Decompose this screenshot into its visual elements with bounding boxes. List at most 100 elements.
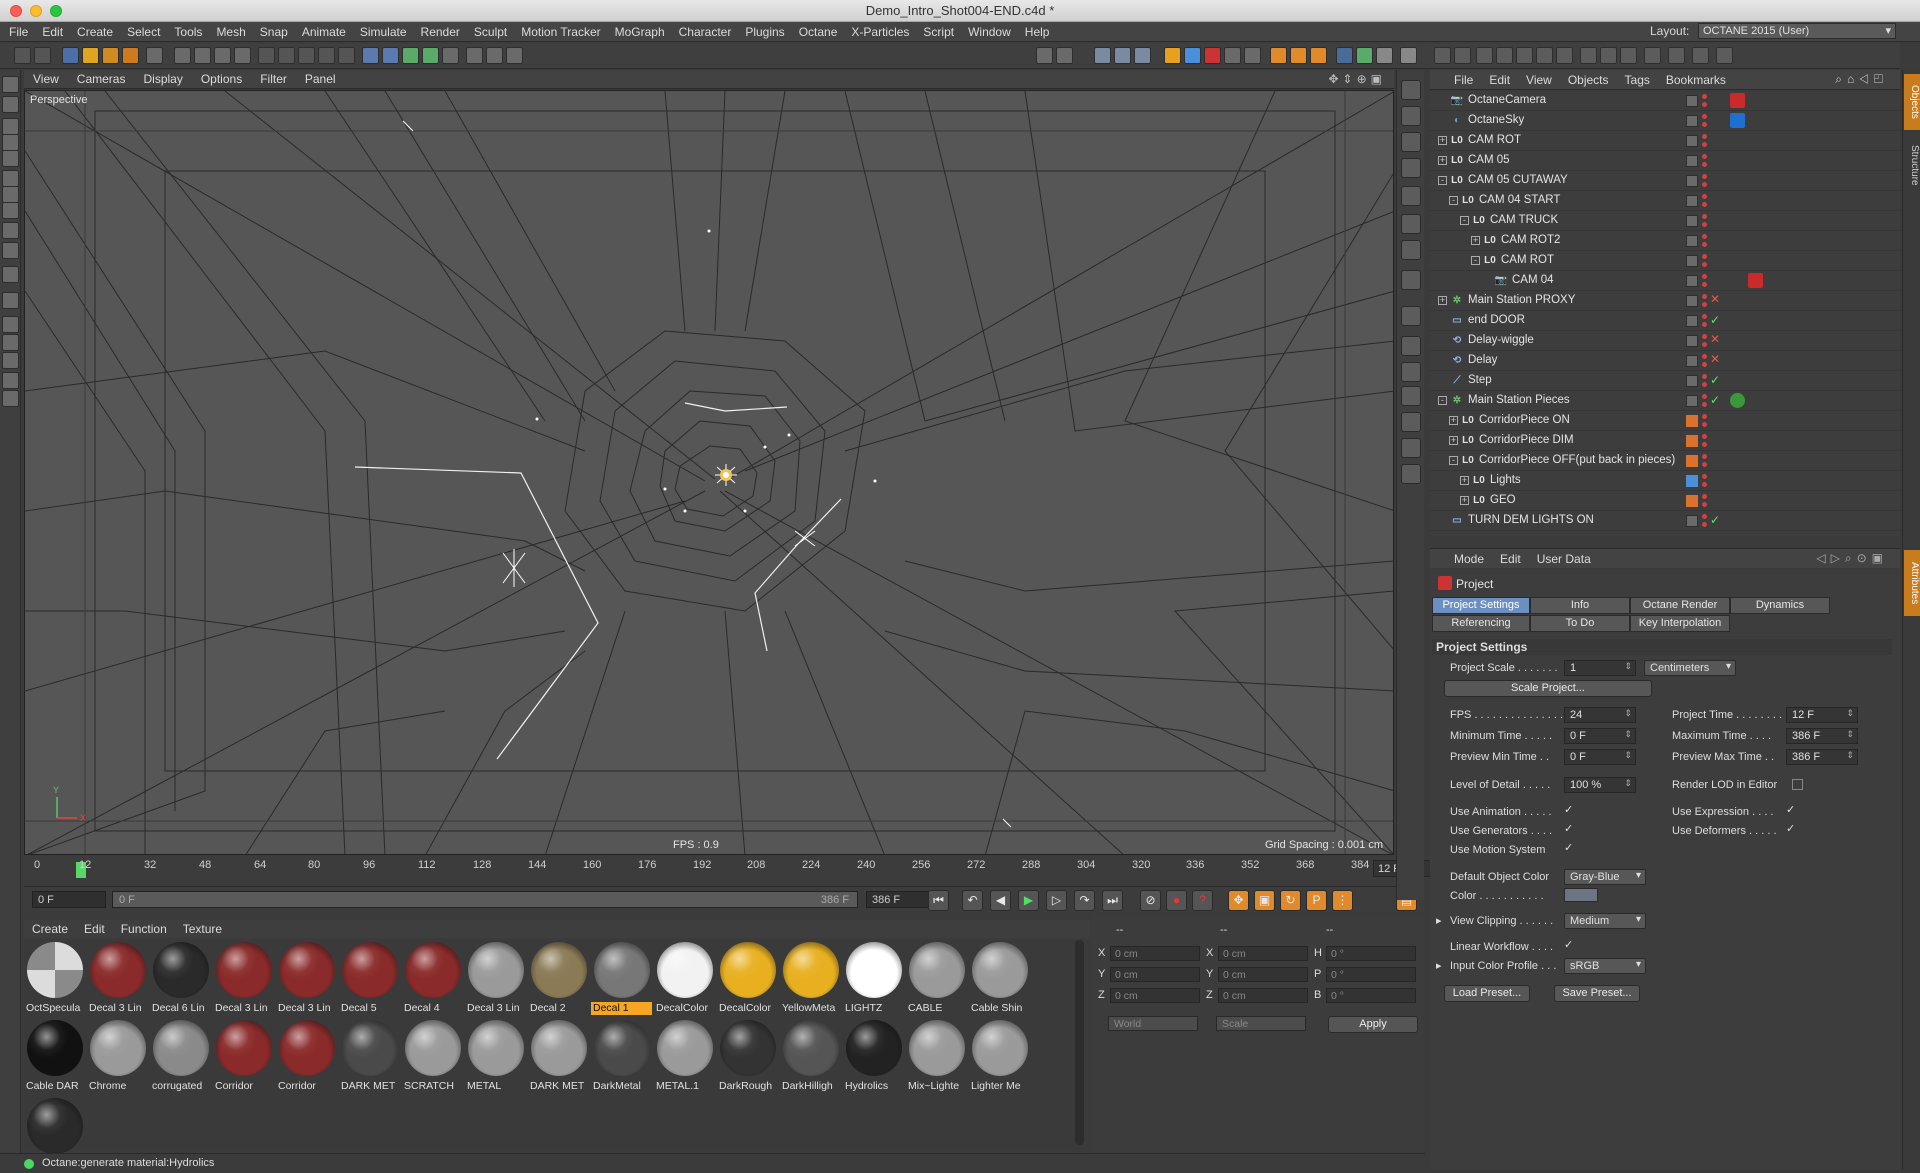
use-animation-checkbox[interactable]: ✓ xyxy=(1564,805,1575,816)
toolbar-tool-icon[interactable] xyxy=(62,47,79,64)
material-swatch[interactable]: Mix~Lighte xyxy=(906,1018,967,1094)
layout-tool-icon[interactable] xyxy=(1644,47,1661,64)
timeline-ruler[interactable]: 0 12 32 48 64 80 96 112 128 144 160 176 192 208 224 240… xyxy=(34,859,1369,879)
material-swatch[interactable]: DarkHilligh xyxy=(780,1018,841,1094)
palette-object-icon[interactable] xyxy=(1401,132,1421,152)
save-preset-button[interactable]: Save Preset... xyxy=(1554,985,1640,1002)
layer-color-swatch[interactable] xyxy=(1686,415,1698,427)
toolbar-tool-icon[interactable] xyxy=(1056,47,1073,64)
level-of-detail-field[interactable]: 100 % xyxy=(1564,777,1636,793)
material-swatch[interactable]: Corridor xyxy=(213,1018,274,1094)
left-tool-icon[interactable] xyxy=(2,186,19,203)
left-tool-icon[interactable] xyxy=(2,118,19,135)
left-tool-icon[interactable] xyxy=(2,76,19,93)
material-swatch[interactable]: DARK MET xyxy=(528,1018,589,1094)
left-tool-icon[interactable] xyxy=(2,242,19,259)
toolbar-tool-icon[interactable] xyxy=(1310,47,1327,64)
maximum-time-field[interactable]: 386 F xyxy=(1786,728,1858,744)
palette-object-icon[interactable] xyxy=(1401,80,1421,100)
material-swatch[interactable]: Decal 3 Lin xyxy=(87,940,148,1016)
toolbar-tool-icon[interactable] xyxy=(1336,47,1353,64)
layer-toggle-icon[interactable] xyxy=(1686,375,1698,387)
tab-octane-render[interactable]: Octane Render xyxy=(1630,597,1730,614)
left-tool-icon[interactable] xyxy=(2,266,19,283)
attribute-nav-icons[interactable]: ◁▷⌕⊙▣ xyxy=(1816,551,1888,566)
object-row[interactable]: - L0 CAM 05 CUTAWAY xyxy=(1430,171,1900,191)
object-row[interactable]: + L0 GEO xyxy=(1430,491,1900,511)
viewport-menu-panel[interactable]: Panel xyxy=(296,72,345,86)
side-tab-structure[interactable]: Structure xyxy=(1904,132,1920,198)
toolbar-tool-icon[interactable] xyxy=(1184,47,1201,64)
toolbar-tool-icon[interactable] xyxy=(146,47,163,64)
enabled-check-icon[interactable]: ✓ xyxy=(1710,393,1720,407)
toolbar-tool-icon[interactable] xyxy=(194,47,211,64)
object-row[interactable]: + L0 CorridorPiece DIM xyxy=(1430,431,1900,451)
tree-expander-icon[interactable]: - xyxy=(1438,396,1447,405)
viewport-menu-filter[interactable]: Filter xyxy=(251,72,296,86)
layout-tool-icon[interactable] xyxy=(1556,47,1573,64)
load-preset-button[interactable]: Load Preset... xyxy=(1444,985,1530,1002)
toolbar-tool-icon[interactable] xyxy=(298,47,315,64)
material-swatch[interactable]: Chrome xyxy=(87,1018,148,1094)
layer-color-swatch[interactable] xyxy=(1686,455,1698,467)
viewport-nav-icons[interactable]: ✥⇕⊕▣ xyxy=(1328,72,1386,86)
autokey-icon[interactable]: ● xyxy=(1166,890,1187,911)
timeline-start-field[interactable]: 0 F xyxy=(32,891,106,908)
layout-tool-icon[interactable] xyxy=(1716,47,1733,64)
toolbar-tool-icon[interactable] xyxy=(1134,47,1151,64)
material-swatch[interactable]: Decal 2 xyxy=(528,940,589,1016)
layer-toggle-icon[interactable] xyxy=(1686,315,1698,327)
material-swatch[interactable]: DecalColor xyxy=(654,940,715,1016)
material-swatch[interactable]: CABLE xyxy=(906,940,967,1016)
object-row[interactable]: + L0 CAM ROT xyxy=(1430,131,1900,151)
project-scale-field[interactable]: 1 xyxy=(1564,660,1636,676)
layer-color-swatch[interactable] xyxy=(1686,475,1698,487)
play-forward-icon[interactable]: ▶ xyxy=(1018,890,1039,911)
object-row[interactable]: 📷 OctaneCamera xyxy=(1430,91,1900,111)
object-menu-edit[interactable]: Edit xyxy=(1481,73,1518,87)
side-tab-objects[interactable]: Objects xyxy=(1904,74,1920,130)
enabled-check-icon[interactable]: ✓ xyxy=(1710,373,1720,387)
project-scale-unit-dropdown[interactable]: Centimeters xyxy=(1644,660,1736,676)
toolbar-tool-icon[interactable] xyxy=(506,47,523,64)
layer-color-swatch[interactable] xyxy=(1686,435,1698,447)
tree-expander-icon[interactable]: + xyxy=(1460,476,1469,485)
layer-toggle-icon[interactable] xyxy=(1686,195,1698,207)
layer-toggle-icon[interactable] xyxy=(1686,335,1698,347)
visibility-dots-icon[interactable] xyxy=(1702,234,1708,248)
material-swatch[interactable]: Decal 1 xyxy=(591,940,652,1016)
material-menu-function[interactable]: Function xyxy=(113,922,175,936)
layout-tool-icon[interactable] xyxy=(1434,47,1451,64)
keyframe-selection-icon[interactable]: ? xyxy=(1192,890,1213,911)
coord-size-field[interactable]: 0 cm xyxy=(1218,967,1308,982)
tree-expander-icon[interactable]: + xyxy=(1449,416,1458,425)
palette-object-icon[interactable] xyxy=(1401,186,1421,206)
visibility-dots-icon[interactable] xyxy=(1702,374,1708,388)
side-tab-attributes[interactable]: Attributes xyxy=(1904,550,1920,616)
object-row[interactable]: ◐ OctaneSky xyxy=(1430,111,1900,131)
material-swatch[interactable]: Decal 3 Lin xyxy=(213,940,274,1016)
menu-window[interactable]: Window xyxy=(961,25,1018,39)
coord-rotation-field[interactable]: 0 ° xyxy=(1326,946,1416,961)
view-clipping-expander-icon[interactable]: ▸ xyxy=(1436,914,1442,927)
enabled-check-icon[interactable]: ✓ xyxy=(1710,513,1720,527)
tab-dynamics[interactable]: Dynamics xyxy=(1730,597,1830,614)
tree-expander-icon[interactable]: - xyxy=(1460,216,1469,225)
tree-expander-icon[interactable]: + xyxy=(1449,436,1458,445)
material-menu-create[interactable]: Create xyxy=(24,922,76,936)
layout-tool-icon[interactable] xyxy=(1692,47,1709,64)
menu-edit[interactable]: Edit xyxy=(35,25,70,39)
menu-octane[interactable]: Octane xyxy=(792,25,845,39)
tab-referencing[interactable]: Referencing xyxy=(1432,615,1530,632)
object-manager-search-icon[interactable]: ⌕⌂◁◰ xyxy=(1835,72,1888,87)
layout-tool-icon[interactable] xyxy=(1620,47,1637,64)
object-row[interactable]: ⟲ Delay-wiggle ✕ xyxy=(1430,331,1900,351)
preview-max-time-field[interactable]: 386 F xyxy=(1786,749,1858,765)
project-time-field[interactable]: 12 F xyxy=(1786,707,1858,723)
layout-tool-icon[interactable] xyxy=(1454,47,1471,64)
visibility-dots-icon[interactable] xyxy=(1702,434,1708,448)
menu-simulate[interactable]: Simulate xyxy=(353,25,414,39)
toolbar-tool-icon[interactable] xyxy=(278,47,295,64)
material-swatch[interactable]: SCRATCH xyxy=(402,1018,463,1094)
coord-mode-dropdown[interactable]: World xyxy=(1108,1016,1198,1031)
